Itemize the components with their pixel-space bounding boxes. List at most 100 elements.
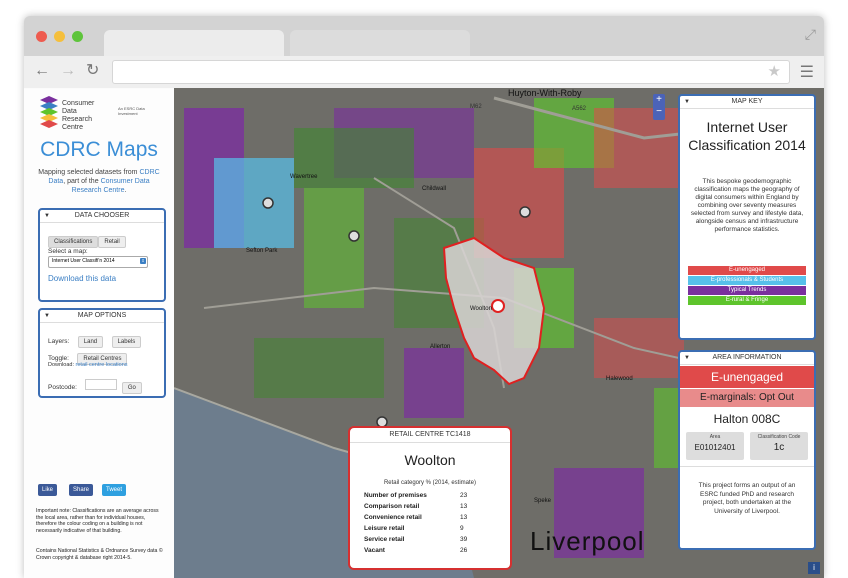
legend-item: E-professionals & Students [688,276,806,285]
fullscreen-icon[interactable]: ⤢ [805,26,816,43]
tab-retail[interactable]: Retail [98,236,126,248]
facebook-like-button[interactable]: Like [38,484,58,496]
retail-row-value: 26 [460,547,468,554]
postcode-row: Postcode: Go [48,376,142,394]
copyright-note: Contains National Statistics & Ordnance … [36,548,163,561]
subgroup-banner: E-marginals: Opt Out [680,389,814,407]
map-options-title: MAP OPTIONS [77,312,127,319]
legend-item: E-rural & Fringe [688,296,806,305]
retail-row: Convenience retail 13 [364,514,484,521]
retail-row: Vacant 26 [364,547,484,554]
browser-tab-active[interactable] [104,30,284,56]
toggle-label: Toggle: [48,355,69,362]
collapse-caret-icon[interactable]: ▼ [684,96,690,108]
retail-centre-name: Woolton [404,452,456,468]
page-viewport: Huyton-With-Roby A562 M62 Wavertree Chil… [24,88,824,578]
retail-row-value: 39 [460,536,468,543]
esrc-text: An ESRC Data Investment [118,106,145,116]
logo-text: Consumer Data Research Centre [62,100,95,131]
divider [680,466,814,467]
back-icon[interactable]: ← [34,62,50,80]
map-key-header[interactable]: ▼ MAP KEY [680,96,814,109]
facebook-share-button[interactable]: Share [69,484,94,496]
map-select[interactable]: Internet User Classifi'n 2014 ⇕ [48,256,148,268]
retail-row: Service retail 39 [364,536,484,543]
postcode-input[interactable] [85,379,118,391]
address-bar[interactable]: ★ [112,60,790,84]
important-note: Important note: Classifications are an a… [36,508,159,534]
minimize-window-button[interactable] [54,31,65,42]
go-button[interactable]: Go [121,382,142,394]
forward-icon[interactable]: → [60,62,76,80]
brand-title: CDRC Maps [40,138,158,161]
browser-toolbar: ← → ↻ ★ ☰ [24,56,824,89]
retail-popup-title: RETAIL CENTRE TC1418 [350,428,510,443]
map-label-speke: Speke [534,498,552,504]
map-label-wavertree: Wavertree [290,174,318,180]
map-label-huyton: Huyton-With-Roby [508,88,582,98]
postcode-label: Postcode: [48,384,77,391]
cdrc-logo-icon [40,96,58,128]
download-data-link[interactable]: Download this data [48,274,116,283]
desc-prefix: Mapping selected datasets from [38,169,138,176]
classification-title: Internet User Classification 2014 [688,119,806,153]
reload-icon[interactable]: ↻ [86,62,99,80]
retail-row: Leisure retail 9 [364,525,484,532]
map-label-a562: A562 [572,106,587,112]
legend: E-unengaged E-professionals & Students Typ… [688,266,806,306]
zoom-controls: + − [653,94,665,120]
legend-item: E-unengaged [688,266,806,275]
legend-item: Typical Trends [688,286,806,295]
select-arrow-icon: ⇕ [140,258,146,264]
map-label-liverpool: Liverpool [530,526,645,556]
sidebar-description: Mapping selected datasets from CDRC Data… [34,168,164,195]
download-label: Download: [48,362,74,368]
download-row: Download: retail centre locations [48,362,128,368]
retail-row-value: 9 [460,525,464,532]
zoom-out-button[interactable]: − [653,106,665,118]
classification-description: This bespoke geodemographic classificati… [690,178,804,233]
retail-locations-link[interactable]: retail centre locations [76,362,128,368]
data-chooser-panel: ▼ DATA CHOOSER Classifications Retail Sel… [38,208,166,302]
collapse-caret-icon[interactable]: ▼ [44,210,50,222]
map-options-header[interactable]: ▼ MAP OPTIONS [40,310,164,323]
sidebar: Consumer Data Research Centre An ESRC Da… [24,88,174,578]
collapse-caret-icon[interactable]: ▼ [44,310,50,322]
retail-row: Number of premises 23 [364,492,484,499]
class-code-value: 1c [773,442,785,453]
retail-centre-popup: RETAIL CENTRE TC1418 Woolton Retail cate… [348,426,512,570]
maximize-window-button[interactable] [72,31,83,42]
browser-menu-icon[interactable]: ☰ [800,62,814,82]
area-code-box: Area E01012401 [686,432,744,460]
data-chooser-title: DATA CHOOSER [74,212,130,219]
area-info-header[interactable]: ▼ AREA INFORMATION [680,352,814,365]
retail-row-label: Comparison retail [364,503,420,510]
area-code-value: E01012401 [694,443,736,452]
browser-tab[interactable] [290,30,470,56]
data-chooser-header[interactable]: ▼ DATA CHOOSER [40,210,164,223]
select-map-label: Select a map: [48,248,88,255]
map-key-title: MAP KEY [731,98,763,105]
tab-classifications[interactable]: Classifications [48,236,99,248]
desc-end: . [124,187,127,194]
project-note: This project forms an output of an ESRC … [698,482,796,515]
bookmark-star-icon[interactable]: ★ [768,62,781,80]
map-label-m62: M62 [470,104,482,110]
class-code-label: Classification Code [757,434,801,440]
layers-row: Layers: Land Labels [48,330,142,348]
map-options-panel: ▼ MAP OPTIONS Layers: Land Labels Toggle… [38,308,166,398]
retail-row-label: Leisure retail [364,525,405,532]
retail-popup-subtitle: Retail category % (2014, estimate) [383,480,477,486]
tweet-button[interactable]: Tweet [102,484,127,496]
retail-row-value: 13 [460,514,468,521]
collapse-caret-icon[interactable]: ▼ [684,352,690,364]
close-window-button[interactable] [36,31,47,42]
info-button[interactable]: i [808,562,820,574]
retail-row-value: 13 [460,503,468,510]
zoom-in-button[interactable]: + [653,94,665,106]
map-label-allerton: Allerton [430,344,451,350]
desc-mid: , part of the [63,178,99,185]
map-label-halewood: Halewood [606,376,633,382]
browser-window: ⤢ ← → ↻ ★ ☰ Huyton-With-Roby A562 M62 Wa… [24,16,824,578]
retail-row-value: 23 [460,492,468,499]
